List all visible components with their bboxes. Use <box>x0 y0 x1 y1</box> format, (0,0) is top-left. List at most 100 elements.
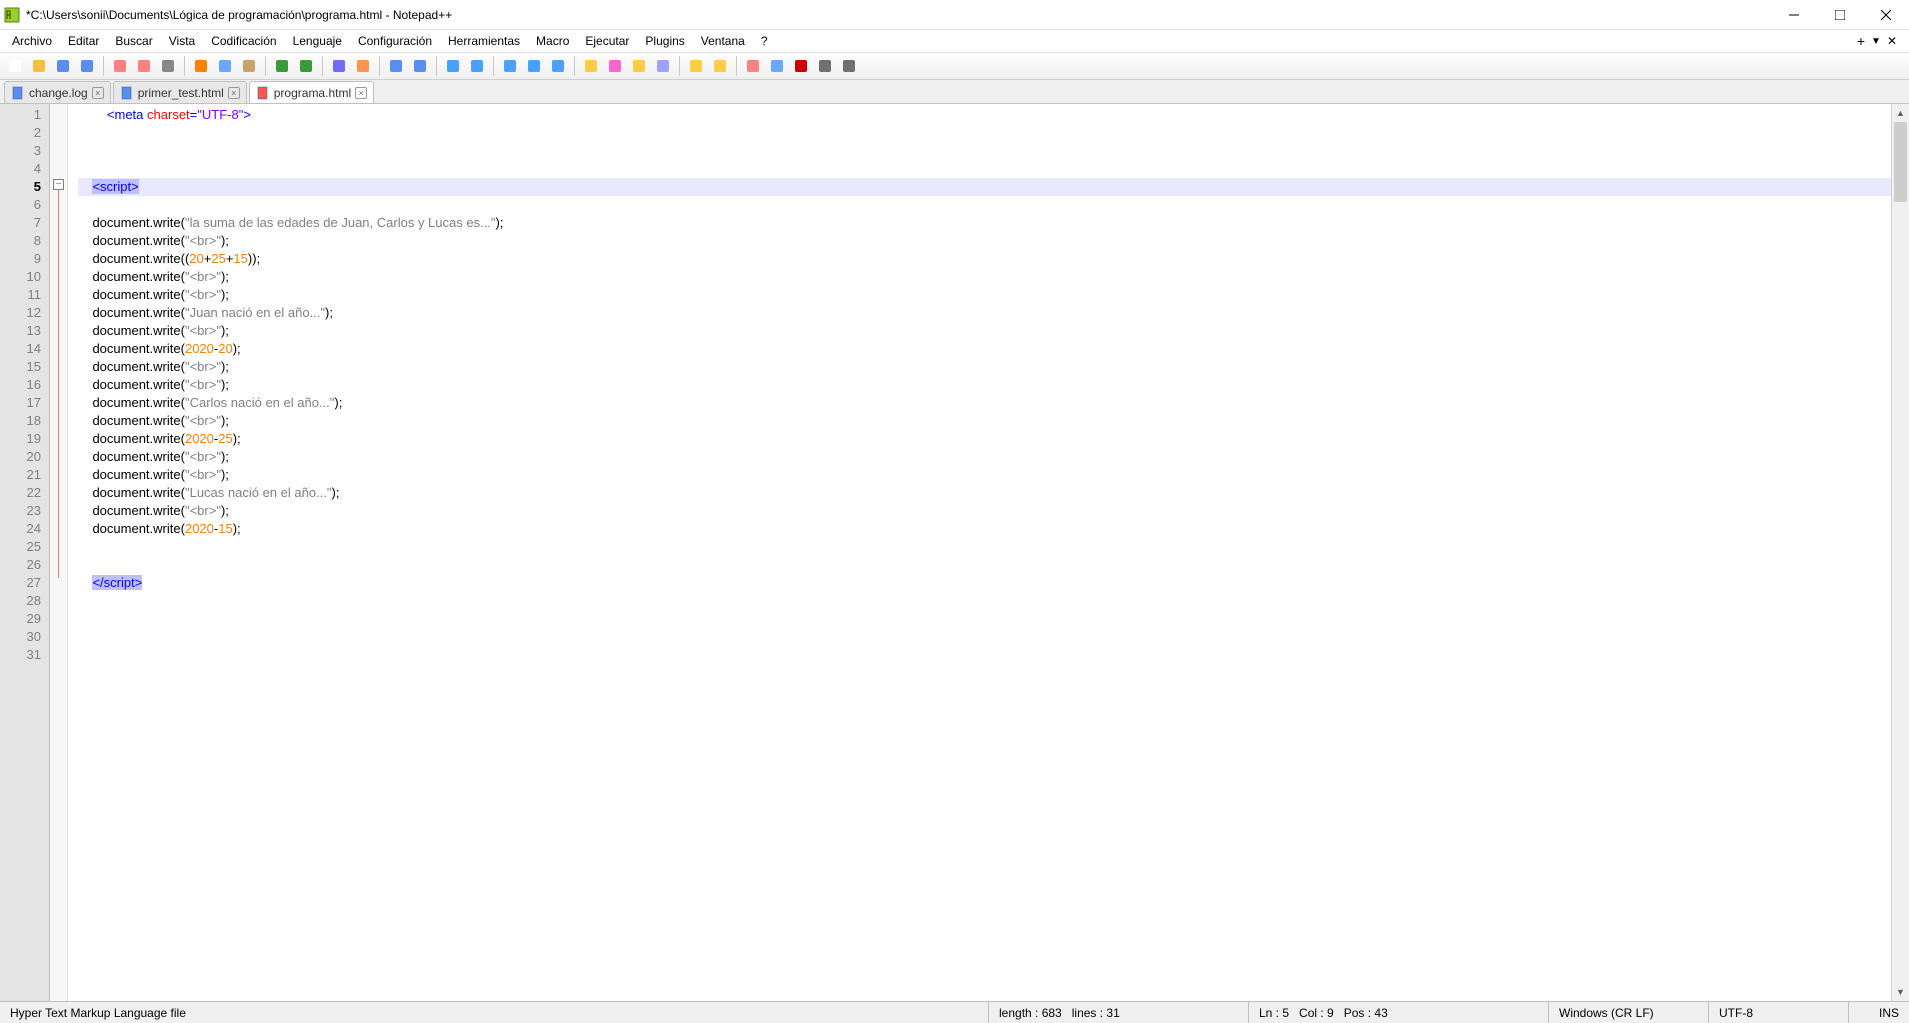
menu-plus-icon[interactable]: + <box>1857 33 1865 49</box>
scroll-up-icon[interactable]: ▲ <box>1892 104 1909 122</box>
line-number-gutter[interactable]: 1234567891011121314151617181920212223242… <box>0 104 50 1001</box>
indent-guide-icon[interactable] <box>547 55 569 77</box>
menu-x-icon[interactable]: ✕ <box>1887 34 1897 48</box>
stop-icon[interactable] <box>766 55 788 77</box>
print-icon[interactable] <box>157 55 179 77</box>
code-line[interactable] <box>78 556 1891 574</box>
code-line[interactable]: document.write("<br>"); <box>78 322 1891 340</box>
all-chars-icon[interactable] <box>523 55 545 77</box>
func-list-icon[interactable] <box>628 55 650 77</box>
code-line[interactable]: document.write("<br>"); <box>78 286 1891 304</box>
menu-configuración[interactable]: Configuración <box>350 32 440 50</box>
code-line[interactable]: document.write("la suma de las edades de… <box>78 214 1891 232</box>
code-line[interactable] <box>78 646 1891 664</box>
sync-h-icon[interactable] <box>466 55 488 77</box>
line-number[interactable]: 5 <box>0 178 41 196</box>
spell-icon[interactable] <box>709 55 731 77</box>
code-line[interactable] <box>78 160 1891 178</box>
code-line[interactable] <box>78 142 1891 160</box>
code-line[interactable] <box>78 196 1891 214</box>
editor[interactable]: 1234567891011121314151617181920212223242… <box>0 104 1909 1001</box>
tab-close-icon[interactable]: × <box>92 87 104 99</box>
menu-codificación[interactable]: Codificación <box>203 32 284 50</box>
close-icon[interactable] <box>109 55 131 77</box>
open-icon[interactable] <box>28 55 50 77</box>
status-encoding[interactable]: UTF-8 <box>1709 1002 1849 1023</box>
tab-primer_test-html[interactable]: primer_test.html× <box>113 81 247 103</box>
close-window-button[interactable] <box>1863 0 1909 30</box>
save-macro-icon[interactable] <box>838 55 860 77</box>
line-number[interactable]: 3 <box>0 142 41 160</box>
tab-change-log[interactable]: change.log× <box>4 81 111 103</box>
folder-icon[interactable] <box>652 55 674 77</box>
menu-archivo[interactable]: Archivo <box>4 32 60 50</box>
scroll-thumb[interactable] <box>1894 122 1907 202</box>
replace-icon[interactable] <box>352 55 374 77</box>
line-number[interactable]: 17 <box>0 394 41 412</box>
code-line[interactable]: document.write("<br>"); <box>78 502 1891 520</box>
redo-icon[interactable] <box>295 55 317 77</box>
line-number[interactable]: 31 <box>0 646 41 664</box>
play-icon[interactable] <box>790 55 812 77</box>
line-number[interactable]: 18 <box>0 412 41 430</box>
code-line[interactable]: document.write("<br>"); <box>78 232 1891 250</box>
lang-icon[interactable] <box>580 55 602 77</box>
code-line[interactable]: document.write("<br>"); <box>78 412 1891 430</box>
doc-map-icon[interactable] <box>604 55 626 77</box>
code-line[interactable]: document.write((20+25+15)); <box>78 250 1891 268</box>
line-number[interactable]: 6 <box>0 196 41 214</box>
close-all-icon[interactable] <box>133 55 155 77</box>
code-line[interactable] <box>78 592 1891 610</box>
paste-icon[interactable] <box>238 55 260 77</box>
code-line[interactable]: document.write("Lucas nació en el año...… <box>78 484 1891 502</box>
code-line[interactable]: <script> <box>78 178 1891 196</box>
code-line[interactable] <box>78 124 1891 142</box>
line-number[interactable]: 24 <box>0 520 41 538</box>
fold-margin[interactable]: − <box>50 104 68 1001</box>
fold-toggle-icon[interactable]: − <box>53 179 64 190</box>
code-line[interactable]: document.write("<br>"); <box>78 268 1891 286</box>
code-line[interactable]: document.write("<br>"); <box>78 466 1891 484</box>
new-icon[interactable] <box>4 55 26 77</box>
line-number[interactable]: 22 <box>0 484 41 502</box>
line-number[interactable]: 14 <box>0 340 41 358</box>
line-number[interactable]: 13 <box>0 322 41 340</box>
minimize-button[interactable] <box>1771 0 1817 30</box>
play-multi-icon[interactable] <box>814 55 836 77</box>
line-number[interactable]: 9 <box>0 250 41 268</box>
save-all-icon[interactable] <box>76 55 98 77</box>
copy-icon[interactable] <box>214 55 236 77</box>
save-icon[interactable] <box>52 55 74 77</box>
zoom-in-icon[interactable] <box>385 55 407 77</box>
menu-?[interactable]: ? <box>753 32 776 50</box>
code-line[interactable]: <meta charset="UTF-8"> <box>78 106 1891 124</box>
code-line[interactable]: document.write("<br>"); <box>78 376 1891 394</box>
tab-programa-html[interactable]: programa.html× <box>249 81 374 103</box>
code-line[interactable]: document.write("<br>"); <box>78 448 1891 466</box>
code-area[interactable]: <meta charset="UTF-8"> <script> document… <box>68 104 1891 1001</box>
line-number[interactable]: 26 <box>0 556 41 574</box>
maximize-button[interactable] <box>1817 0 1863 30</box>
code-line[interactable]: document.write(2020-15); <box>78 520 1891 538</box>
find-icon[interactable] <box>328 55 350 77</box>
line-number[interactable]: 29 <box>0 610 41 628</box>
monitor-icon[interactable] <box>685 55 707 77</box>
sync-v-icon[interactable] <box>442 55 464 77</box>
tab-close-icon[interactable]: × <box>355 87 367 99</box>
line-number[interactable]: 1 <box>0 106 41 124</box>
line-number[interactable]: 19 <box>0 430 41 448</box>
line-number[interactable]: 12 <box>0 304 41 322</box>
code-line[interactable]: document.write(2020-25); <box>78 430 1891 448</box>
menu-vista[interactable]: Vista <box>161 32 203 50</box>
status-eol[interactable]: Windows (CR LF) <box>1549 1002 1709 1023</box>
code-line[interactable] <box>78 610 1891 628</box>
wrap-icon[interactable] <box>499 55 521 77</box>
scroll-down-icon[interactable]: ▼ <box>1892 983 1909 1001</box>
line-number[interactable]: 7 <box>0 214 41 232</box>
vertical-scrollbar[interactable]: ▲ ▼ <box>1891 104 1909 1001</box>
code-line[interactable]: document.write("Juan nació en el año..."… <box>78 304 1891 322</box>
undo-icon[interactable] <box>271 55 293 77</box>
menu-herramientas[interactable]: Herramientas <box>440 32 528 50</box>
menu-ventana[interactable]: Ventana <box>693 32 753 50</box>
menu-buscar[interactable]: Buscar <box>107 32 160 50</box>
